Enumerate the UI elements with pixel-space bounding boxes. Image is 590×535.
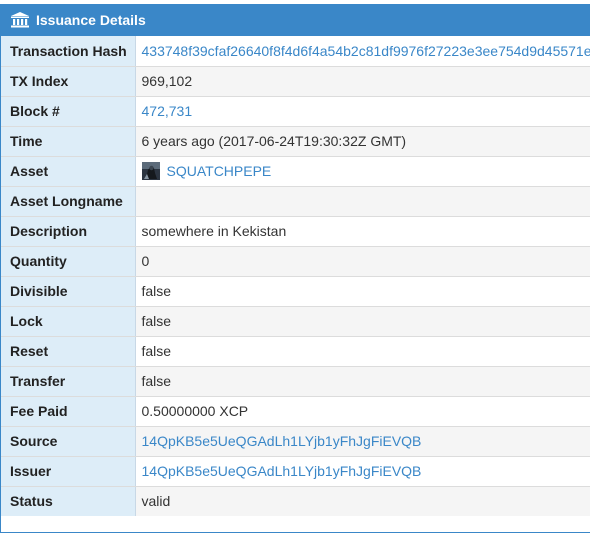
divisible-value: false [135,276,590,307]
table-row: Transaction Hash 433748f39cfaf26640f8f4d… [1,36,590,67]
table-row: Time 6 years ago (2017-06-24T19:30:32Z G… [1,126,590,157]
table-row: Transfer false [1,366,590,397]
table-row: Description somewhere in Kekistan [1,216,590,247]
panel-title: Issuance Details [36,12,146,28]
row-label-lock: Lock [1,306,136,337]
details-table: Transaction Hash 433748f39cfaf26640f8f4d… [1,36,590,516]
row-label-status: Status [1,486,136,516]
row-label-source: Source [1,426,136,457]
table-row: Reset false [1,336,590,367]
row-label-transfer: Transfer [1,366,136,397]
bank-icon [10,11,30,29]
row-label-asset: Asset [1,156,136,187]
tx-index-value: 969,102 [135,66,590,97]
transaction-hash-value: 433748f39cfaf26640f8f4d6f4a54b2c81df9976… [135,36,590,67]
asset-value: SQUATCHPEPE [135,156,590,187]
fee-paid-value: 0.50000000 XCP [135,396,590,427]
table-row: Status valid [1,486,590,516]
block-value: 472,731 [135,96,590,127]
table-row: Quantity 0 [1,246,590,277]
table-row: Lock false [1,306,590,337]
row-label-description: Description [1,216,136,247]
row-label-fee-paid: Fee Paid [1,396,136,427]
block-link[interactable]: 472,731 [142,103,193,119]
time-value: 6 years ago (2017-06-24T19:30:32Z GMT) [135,126,590,157]
table-row: Asset Longname [1,186,590,217]
table-row: Source 14QpKB5e5UeQGAdLh1LYjb1yFhJgFiEVQ… [1,426,590,457]
table-row: Asset SQUATCHPEPE [1,156,590,187]
row-label-quantity: Quantity [1,246,136,277]
table-row: Issuer 14QpKB5e5UeQGAdLh1LYjb1yFhJgFiEVQ… [1,456,590,487]
table-row: Divisible false [1,276,590,307]
issuance-details-panel: Issuance Details Transaction Hash 433748… [0,4,590,533]
issuer-address-link[interactable]: 14QpKB5e5UeQGAdLh1LYjb1yFhJgFiEVQB [142,463,422,479]
row-label-asset-longname: Asset Longname [1,186,136,217]
issuer-value: 14QpKB5e5UeQGAdLh1LYjb1yFhJgFiEVQB [135,456,590,487]
table-row: TX Index 969,102 [1,66,590,97]
row-label-transaction-hash: Transaction Hash [1,36,136,67]
row-label-reset: Reset [1,336,136,367]
asset-longname-value [135,186,590,217]
source-value: 14QpKB5e5UeQGAdLh1LYjb1yFhJgFiEVQB [135,426,590,457]
asset-link[interactable]: SQUATCHPEPE [167,163,272,179]
quantity-value: 0 [135,246,590,277]
status-value: valid [135,486,590,516]
asset-thumbnail-icon[interactable] [141,162,160,180]
description-value: somewhere in Kekistan [135,216,590,247]
panel-header: Issuance Details [1,4,590,36]
row-label-block: Block # [1,96,136,127]
source-address-link[interactable]: 14QpKB5e5UeQGAdLh1LYjb1yFhJgFiEVQB [142,433,422,449]
row-label-tx-index: TX Index [1,66,136,97]
row-label-divisible: Divisible [1,276,136,307]
table-row: Fee Paid 0.50000000 XCP [1,396,590,427]
row-label-issuer: Issuer [1,456,136,487]
transaction-hash-link[interactable]: 433748f39cfaf26640f8f4d6f4a54b2c81df9976… [142,43,590,59]
row-label-time: Time [1,126,136,157]
lock-value: false [135,306,590,337]
transfer-value: false [135,366,590,397]
reset-value: false [135,336,590,367]
table-row: Block # 472,731 [1,96,590,127]
